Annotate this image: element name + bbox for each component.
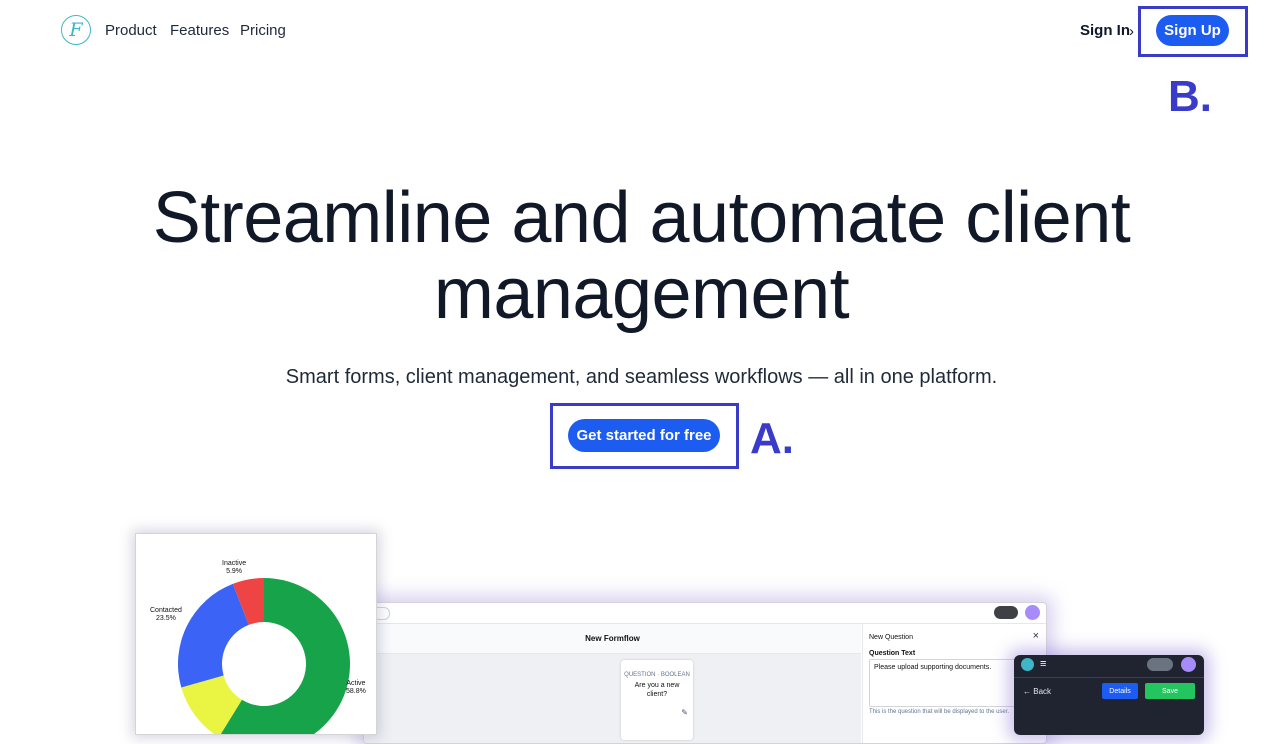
- title-line-2: management: [433, 254, 850, 334]
- logo[interactable]: F: [61, 15, 91, 45]
- question-node[interactable]: QUESTION · BOOLEAN Are you a new client?…: [621, 660, 693, 740]
- page-title: Streamline and automate client managemen…: [0, 180, 1283, 332]
- question-tag: QUESTION · BOOLEAN: [624, 672, 690, 678]
- title-line-1: Streamline and automate client: [152, 178, 1131, 258]
- chevron-right-icon: ›: [1129, 23, 1134, 40]
- mobile-logo-icon: [1021, 658, 1034, 671]
- app-preview: New Formflow QUESTION · BOOLEAN Are you …: [363, 602, 1047, 744]
- pie-chart-card: Inactive 5.9% Contacted 23.5% Active 58.8%: [135, 533, 377, 744]
- close-icon[interactable]: ×: [1033, 630, 1039, 642]
- canvas: QUESTION · BOOLEAN Are you a new client?…: [364, 654, 861, 743]
- back-button[interactable]: ← Back: [1023, 687, 1051, 696]
- pie-slice-contacted: [178, 583, 249, 688]
- nav-product[interactable]: Product: [105, 22, 157, 39]
- logo-letter: F: [69, 19, 83, 41]
- annotation-box-a: [550, 403, 739, 469]
- mobile-avatar: [1181, 657, 1196, 672]
- app-toolbar: [364, 603, 1046, 624]
- app-title: New Formflow: [364, 624, 861, 654]
- nav-features[interactable]: Features: [170, 22, 229, 39]
- mobile-theme-toggle: [1147, 658, 1173, 671]
- panel-header: New Question: [869, 634, 913, 641]
- hero-subtitle: Smart forms, client management, and seam…: [285, 366, 998, 388]
- back-label: Back: [1033, 687, 1052, 696]
- details-button[interactable]: Details: [1102, 683, 1138, 699]
- annotation-label-b: B.: [1168, 72, 1212, 121]
- mobile-divider: [1014, 677, 1204, 678]
- label-active: Active 58.8%: [346, 680, 366, 695]
- annotation-box-b: [1138, 6, 1248, 57]
- pie-chart: [178, 578, 350, 744]
- sign-in-link[interactable]: Sign In: [1080, 22, 1130, 39]
- theme-toggle: [994, 606, 1018, 619]
- field-hint: This is the question that will be displa…: [869, 709, 1010, 715]
- mobile-preview: ≡ ← Back Details Save: [1014, 655, 1204, 735]
- avatar: [1025, 605, 1040, 620]
- field-label: Question Text: [869, 650, 916, 657]
- menu-icon[interactable]: ≡: [1040, 658, 1046, 670]
- annotation-label-a: A.: [750, 414, 794, 463]
- label-contacted: Contacted 23.5%: [150, 607, 182, 622]
- label-inactive: Inactive 5.9%: [222, 560, 247, 575]
- edit-icon[interactable]: ✎: [681, 708, 688, 717]
- question-text: Are you a new client?: [634, 682, 680, 698]
- nav-pricing[interactable]: Pricing: [240, 22, 286, 39]
- save-button[interactable]: Save: [1145, 683, 1195, 699]
